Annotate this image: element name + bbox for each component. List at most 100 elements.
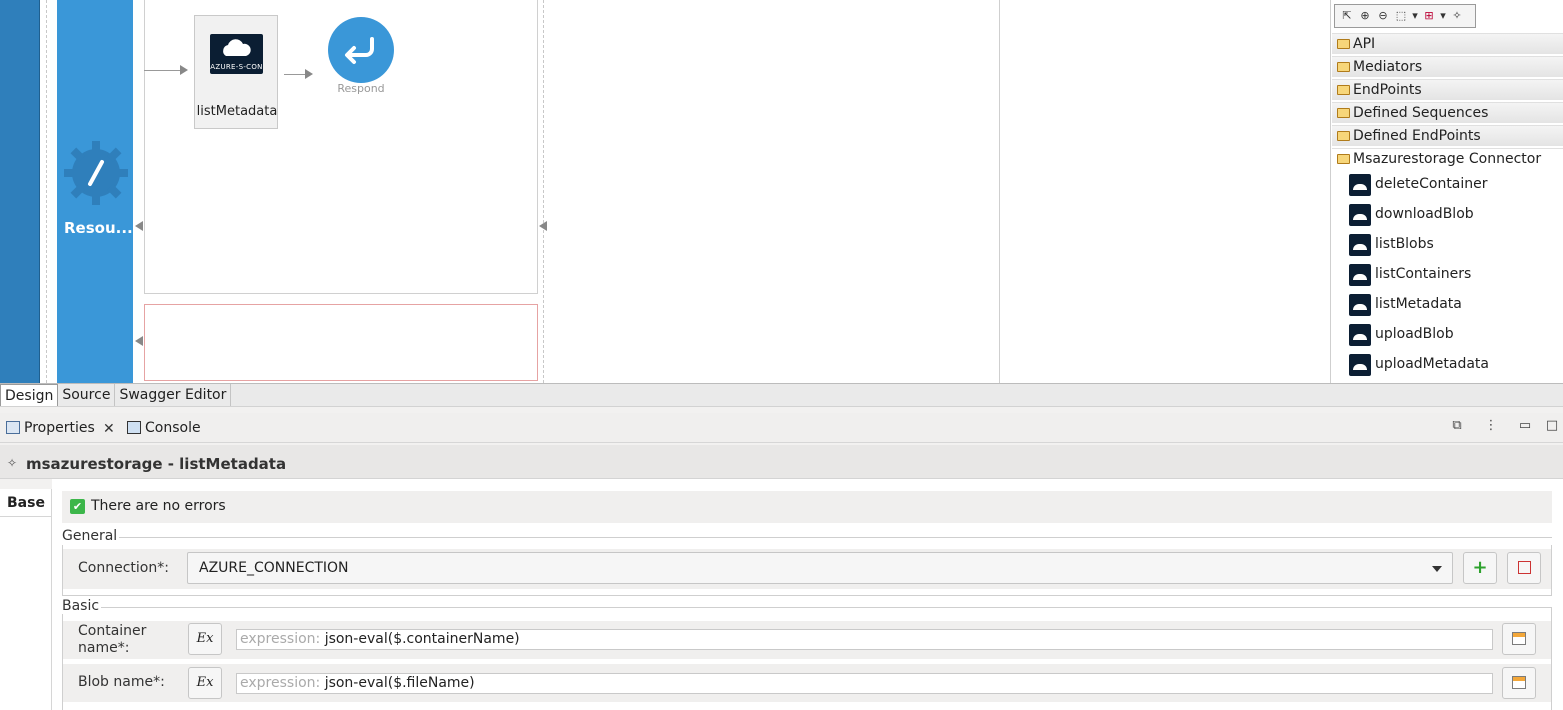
marquee-icon[interactable]: ⬚ <box>1393 8 1409 24</box>
palette-folder-endpoints[interactable]: EndPoints <box>1332 79 1563 100</box>
palette-folder-defined-endpoints[interactable]: Defined EndPoints <box>1332 125 1563 146</box>
palette-item-label: uploadBlob <box>1375 326 1454 342</box>
strip-separator <box>40 0 57 383</box>
expression-icon: Ex <box>196 631 214 646</box>
expression-icon: Ex <box>196 675 214 690</box>
editor-tabs: Design Source Swagger Editor <box>0 383 1563 407</box>
out-sequence-divider <box>543 0 544 383</box>
tab-swagger-editor[interactable]: Swagger Editor <box>115 384 232 406</box>
return-arrow-icon <box>345 37 374 64</box>
canvas-divider <box>999 0 1000 383</box>
azure-connector-icon <box>1349 234 1371 256</box>
flow-arrow-head <box>305 69 313 79</box>
in-sequence-return-arrow <box>135 221 143 231</box>
resource-block[interactable]: Resou... <box>57 0 133 383</box>
palette-item-label: uploadMetadata <box>1375 356 1489 372</box>
fault-sequence-area[interactable] <box>144 304 538 381</box>
view-menu-icon[interactable]: ⋮ <box>1482 418 1500 436</box>
tab-console[interactable]: Console <box>125 419 201 437</box>
zoom-out-icon[interactable]: ⊖ <box>1375 8 1391 24</box>
folder-icon <box>1337 62 1350 72</box>
folder-label: API <box>1353 36 1376 52</box>
flow-arrow-line <box>284 74 306 75</box>
blob-namespace-button[interactable] <box>1502 667 1536 699</box>
container-name-label-line1: Container <box>78 623 147 639</box>
pin-editor-icon[interactable]: ⧉ <box>1448 418 1466 436</box>
tab-source[interactable]: Source <box>58 384 116 406</box>
listmetadata-mediator[interactable]: AZURE-S-CON listMetadata <box>194 15 278 129</box>
connection-select[interactable]: AZURE_CONNECTION <box>187 552 1453 584</box>
close-icon[interactable]: ✕ <box>103 421 115 437</box>
folder-label: Msazurestorage Connector <box>1353 151 1542 167</box>
container-namespace-button[interactable] <box>1502 623 1536 655</box>
out-sequence-arrow <box>539 221 547 231</box>
api-resource-strip <box>0 0 40 383</box>
container-expression-toggle-button[interactable]: Ex <box>188 623 222 655</box>
design-canvas[interactable]: Resou... AZURE-S-CON listMetadata Respon… <box>0 0 1330 383</box>
palette-folder-api[interactable]: API <box>1332 33 1563 54</box>
respond-label: Respond <box>337 82 385 95</box>
flow-arrow-head <box>180 65 188 75</box>
palette-folder-mediators[interactable]: Mediators <box>1332 56 1563 77</box>
palette-item-deletecontainer[interactable]: deleteContainer <box>1349 171 1488 197</box>
palette-item-label: downloadBlob <box>1375 206 1474 222</box>
respond-mediator[interactable] <box>328 17 394 83</box>
azure-connector-icon <box>1349 354 1371 376</box>
connection-icon[interactable]: ⊞ <box>1421 8 1437 24</box>
palette-item-listblobs[interactable]: listBlobs <box>1349 231 1434 257</box>
palette-item-listmetadata[interactable]: listMetadata <box>1349 291 1462 317</box>
tab-design[interactable]: Design <box>0 384 59 406</box>
add-connection-button[interactable]: + <box>1463 552 1497 584</box>
azure-connector-icon <box>1349 264 1371 286</box>
container-expression-prefix: expression: <box>240 631 321 647</box>
fault-sequence-return-arrow <box>135 336 143 346</box>
tool-palette[interactable]: ⇱ ⊕ ⊖ ⬚ ▾ ⊞ ▾ ✧ API Mediators EndPoints … <box>1330 0 1563 383</box>
resource-label: Resou... <box>64 219 133 237</box>
minimize-icon[interactable]: ▭ <box>1516 418 1534 436</box>
console-icon <box>127 421 141 434</box>
edit-connection-button[interactable] <box>1507 552 1541 584</box>
palette-item-uploadmetadata[interactable]: uploadMetadata <box>1349 351 1489 377</box>
palette-item-label: listBlobs <box>1375 236 1434 252</box>
palette-item-listcontainers[interactable]: listContainers <box>1349 261 1471 287</box>
folder-label: Defined EndPoints <box>1353 128 1481 144</box>
palette-folder-defined-sequences[interactable]: Defined Sequences <box>1332 102 1563 123</box>
folder-label: EndPoints <box>1353 82 1422 98</box>
general-group-label: General <box>62 528 120 544</box>
dropdown-icon[interactable]: ▾ <box>1439 8 1447 24</box>
palette-item-uploadblob[interactable]: uploadBlob <box>1349 321 1454 347</box>
azure-storage-icon: AZURE-S-CON <box>210 34 263 74</box>
palette-item-label: deleteContainer <box>1375 176 1488 192</box>
azure-connector-icon <box>1349 174 1371 196</box>
zoom-in-icon[interactable]: ⊕ <box>1357 8 1373 24</box>
palette-item-label: listContainers <box>1375 266 1472 282</box>
properties-title: msazurestorage - listMetadata <box>26 455 287 473</box>
azure-connector-icon <box>1349 204 1371 226</box>
container-expression-value: json-eval($.containerName) <box>324 631 520 647</box>
blob-name-label: Blob name*: <box>78 674 165 690</box>
folder-open-icon <box>1337 154 1350 164</box>
tab-properties[interactable]: Properties <box>4 419 95 437</box>
palette-folder-msazurestorage-connector[interactable]: Msazurestorage Connector <box>1332 148 1563 169</box>
mediator-logo-text: AZURE-S-CON <box>210 63 263 71</box>
palette-item-downloadblob[interactable]: downloadBlob <box>1349 201 1474 227</box>
folder-icon <box>1337 108 1350 118</box>
folder-icon <box>1337 131 1350 141</box>
namespace-table-icon <box>1512 676 1526 689</box>
status-text: There are no errors <box>91 498 226 514</box>
validation-status: ✔ There are no errors <box>62 491 1552 523</box>
mediator-name: listMetadata <box>196 104 278 119</box>
azure-connector-icon <box>1349 294 1371 316</box>
blob-expression-value: json-eval($.fileName) <box>324 675 475 691</box>
namespace-table-icon <box>1512 632 1526 645</box>
blob-name-input[interactable]: expression: json-eval($.fileName) <box>236 673 1493 694</box>
container-name-input[interactable]: expression: json-eval($.containerName) <box>236 629 1493 650</box>
properties-side-tabs: Base <box>0 489 52 710</box>
maximize-icon[interactable]: □ <box>1543 418 1561 436</box>
connection-value: AZURE_CONNECTION <box>199 560 349 576</box>
pin-icon[interactable]: ✧ <box>1449 8 1465 24</box>
dropdown-icon[interactable]: ▾ <box>1411 8 1419 24</box>
blob-expression-toggle-button[interactable]: Ex <box>188 667 222 699</box>
connector-diamond-icon: ✧ <box>7 456 18 470</box>
select-icon[interactable]: ⇱ <box>1339 8 1355 24</box>
